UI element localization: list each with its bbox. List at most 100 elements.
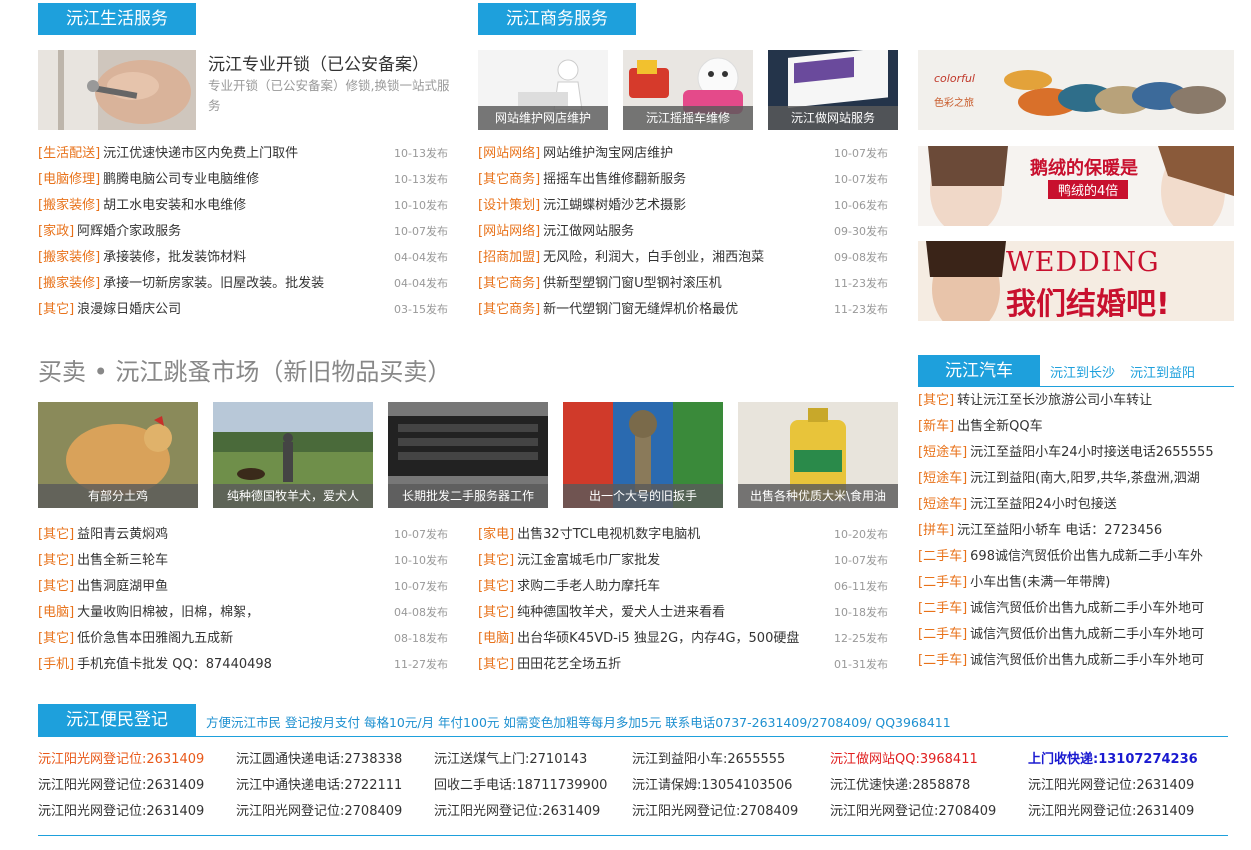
car-news-item[interactable]: [二手车] 698诚信汽贸低价出售九成新二手小车外: [918, 544, 1234, 570]
item-title[interactable]: 网站维护淘宝网店维护: [543, 146, 673, 161]
item-title[interactable]: 沅江蝴蝶树婚沙艺术摄影: [543, 198, 686, 213]
register-entry[interactable]: 沅江做网站QQ:3968411: [830, 747, 978, 773]
category-tag[interactable]: [搬家装修]: [38, 276, 100, 291]
item-title[interactable]: 沅江到益阳(南大,阳罗,共华,茶盘洲,泗湖: [970, 471, 1200, 486]
category-tag[interactable]: [家电]: [478, 527, 514, 542]
market-news-item[interactable]: [其它] 求购二手老人助力摩托车 06-11发布: [478, 574, 888, 600]
category-tag[interactable]: [其它]: [478, 657, 514, 672]
car-news-item[interactable]: [短途车] 沅江至益阳小车24小时接送电话2655555: [918, 440, 1234, 466]
life-news-item[interactable]: [搬家装修] 承接装修，批发装饰材料 04-04发布: [38, 245, 448, 271]
business-news-item[interactable]: [其它商务] 新一代塑钢门窗无缝焊机价格最优 11-23发布: [478, 297, 888, 323]
market-news-item[interactable]: [其它] 出售洞庭湖甲鱼 10-07发布: [38, 574, 448, 600]
life-news-item[interactable]: [搬家装修] 胡工水电安装和水电维修 10-10发布: [38, 193, 448, 219]
register-entry[interactable]: 沅江阳光网登记位:2631409: [434, 799, 600, 825]
item-title[interactable]: 胡工水电安装和水电维修: [103, 198, 246, 213]
business-section-title[interactable]: 沅江商务服务: [478, 3, 636, 35]
register-entry[interactable]: 沅江阳光网登记位:2708409: [632, 799, 798, 825]
register-entry[interactable]: 沅江阳光网登记位:2631409: [38, 747, 204, 773]
register-entry[interactable]: 沅江中通快递电话:2722111: [236, 773, 402, 799]
life-news-item[interactable]: [搬家装修] 承接一切新房家装。旧屋改装。批发装 04-04发布: [38, 271, 448, 297]
car-news-item[interactable]: [短途车] 沅江至益阳24小时包接送: [918, 492, 1234, 518]
market-section-title[interactable]: 买卖 • 沅江跳蚤市场（新旧物品买卖）: [38, 352, 451, 387]
category-tag[interactable]: [网站网络]: [478, 146, 540, 161]
life-news-item[interactable]: [其它] 浪漫嫁日婚庆公司 03-15发布: [38, 297, 448, 323]
category-tag[interactable]: [短途车]: [918, 497, 967, 512]
item-title[interactable]: 出售全新三轮车: [77, 553, 168, 568]
item-title[interactable]: 摇摇车出售维修翻新服务: [543, 172, 686, 187]
register-entry[interactable]: 沅江送煤气上门:2710143: [434, 747, 587, 773]
car-link-yiyang[interactable]: 沅江到益阳: [1130, 362, 1195, 381]
category-tag[interactable]: [短途车]: [918, 445, 967, 460]
market-news-item[interactable]: [电脑] 出台华硕K45VD-i5 独显2G，内存4G，500硬盘 12-25发布: [478, 626, 888, 652]
item-title[interactable]: 诚信汽贸低价出售九成新二手小车外地可: [970, 627, 1204, 642]
register-entry[interactable]: 沅江阳光网登记位:2631409: [38, 773, 204, 799]
item-title[interactable]: 沅江金富城毛巾厂家批发: [517, 553, 660, 568]
business-news-item[interactable]: [招商加盟] 无风险，利润大，白手创业，湘西泡菜 09-08发布: [478, 245, 888, 271]
item-title[interactable]: 沅江至益阳24小时包接送: [970, 497, 1117, 512]
market-news-item[interactable]: [其它] 出售全新三轮车 10-10发布: [38, 548, 448, 574]
market-thumb-5[interactable]: 出售各种优质大米\食用油: [738, 402, 898, 508]
car-news-item[interactable]: [二手车] 诚信汽贸低价出售九成新二手小车外地可: [918, 596, 1234, 622]
market-news-item[interactable]: [其它] 田田花艺全场五折 01-31发布: [478, 652, 888, 678]
car-news-item[interactable]: [新车] 出售全新QQ车: [918, 414, 1234, 440]
market-thumb-2[interactable]: 纯种德国牧羊犬，爱犬人: [213, 402, 373, 508]
item-title[interactable]: 出售32寸TCL电视机数字电脑机: [517, 527, 700, 542]
item-title[interactable]: 698诚信汽贸低价出售九成新二手小车外: [970, 549, 1203, 564]
market-news-item[interactable]: [其它] 沅江金富城毛巾厂家批发 10-07发布: [478, 548, 888, 574]
category-tag[interactable]: [其它]: [478, 579, 514, 594]
category-tag[interactable]: [新车]: [918, 419, 954, 434]
lock-feature-title[interactable]: 沅江专业开锁（已公安备案）: [208, 50, 429, 75]
life-news-item[interactable]: [生活配送] 沅江优速快递市区内免费上门取件 10-13发布: [38, 141, 448, 167]
car-news-item[interactable]: [二手车] 小车出售(未满一年带牌): [918, 570, 1234, 596]
item-title[interactable]: 沅江做网站服务: [543, 224, 634, 239]
category-tag[interactable]: [二手车]: [918, 653, 967, 668]
register-entry[interactable]: 回收二手电话:18711739900: [434, 773, 607, 799]
item-title[interactable]: 新一代塑钢门窗无缝焊机价格最优: [543, 302, 738, 317]
item-title[interactable]: 小车出售(未满一年带牌): [970, 575, 1110, 590]
car-news-item[interactable]: [二手车] 诚信汽贸低价出售九成新二手小车外地可: [918, 622, 1234, 648]
business-news-item[interactable]: [其它商务] 摇摇车出售维修翻新服务 10-07发布: [478, 167, 888, 193]
item-title[interactable]: 诚信汽贸低价出售九成新二手小车外地可: [970, 653, 1204, 668]
register-section-title[interactable]: 沅江便民登记: [38, 704, 196, 736]
car-link-changsha[interactable]: 沅江到长沙: [1050, 362, 1115, 381]
category-tag[interactable]: [短途车]: [918, 471, 967, 486]
category-tag[interactable]: [手机]: [38, 657, 74, 672]
category-tag[interactable]: [网站网络]: [478, 224, 540, 239]
car-news-item[interactable]: [拼车] 沅江至益阳小轿车 电话：2723456: [918, 518, 1234, 544]
item-title[interactable]: 阿辉婚介家政服务: [77, 224, 181, 239]
item-title[interactable]: 求购二手老人助力摩托车: [517, 579, 660, 594]
category-tag[interactable]: [其它]: [38, 527, 74, 542]
register-entry[interactable]: 沅江优速快递:2858878: [830, 773, 970, 799]
category-tag[interactable]: [其它]: [478, 553, 514, 568]
register-entry[interactable]: 沅江阳光网登记位:2708409: [830, 799, 996, 825]
category-tag[interactable]: [其它]: [38, 631, 74, 646]
car-news-item[interactable]: [二手车] 诚信汽贸低价出售九成新二手小车外地可: [918, 648, 1234, 674]
register-entry[interactable]: 沅江圆通快递电话:2738338: [236, 747, 402, 773]
life-news-item[interactable]: [家政] 阿辉婚介家政服务 10-07发布: [38, 219, 448, 245]
item-title[interactable]: 沅江优速快递市区内免费上门取件: [103, 146, 298, 161]
category-tag[interactable]: [二手车]: [918, 627, 967, 642]
category-tag[interactable]: [电脑]: [478, 631, 514, 646]
category-tag[interactable]: [其它商务]: [478, 172, 540, 187]
item-title[interactable]: 转让沅江至长沙旅游公司小车转让: [957, 393, 1152, 408]
register-entry[interactable]: 沅江阳光网登记位:2631409: [38, 799, 204, 825]
category-tag[interactable]: [其它]: [478, 605, 514, 620]
category-tag[interactable]: [家政]: [38, 224, 74, 239]
car-section-title[interactable]: 沅江汽车: [918, 355, 1040, 387]
category-tag[interactable]: [搬家装修]: [38, 250, 100, 265]
category-tag[interactable]: [其它]: [38, 579, 74, 594]
item-title[interactable]: 低价急售本田雅阁九五成新: [77, 631, 233, 646]
ad-banner-shoes[interactable]: colorful 色彩之旅: [918, 50, 1234, 130]
market-thumb-4[interactable]: 出一个大号的旧扳手: [563, 402, 723, 508]
register-entry[interactable]: 上门收快递:13107274236: [1028, 747, 1198, 773]
category-tag[interactable]: [拼车]: [918, 523, 954, 538]
category-tag[interactable]: [电脑]: [38, 605, 74, 620]
category-tag[interactable]: [其它]: [38, 302, 74, 317]
category-tag[interactable]: [电脑修理]: [38, 172, 100, 187]
category-tag[interactable]: [生活配送]: [38, 146, 100, 161]
market-thumb-3[interactable]: 长期批发二手服务器工作: [388, 402, 548, 508]
item-title[interactable]: 出售全新QQ车: [957, 419, 1042, 434]
car-news-item[interactable]: [短途车] 沅江到益阳(南大,阳罗,共华,茶盘洲,泗湖: [918, 466, 1234, 492]
market-news-item[interactable]: [家电] 出售32寸TCL电视机数字电脑机 10-20发布: [478, 522, 888, 548]
category-tag[interactable]: [招商加盟]: [478, 250, 540, 265]
